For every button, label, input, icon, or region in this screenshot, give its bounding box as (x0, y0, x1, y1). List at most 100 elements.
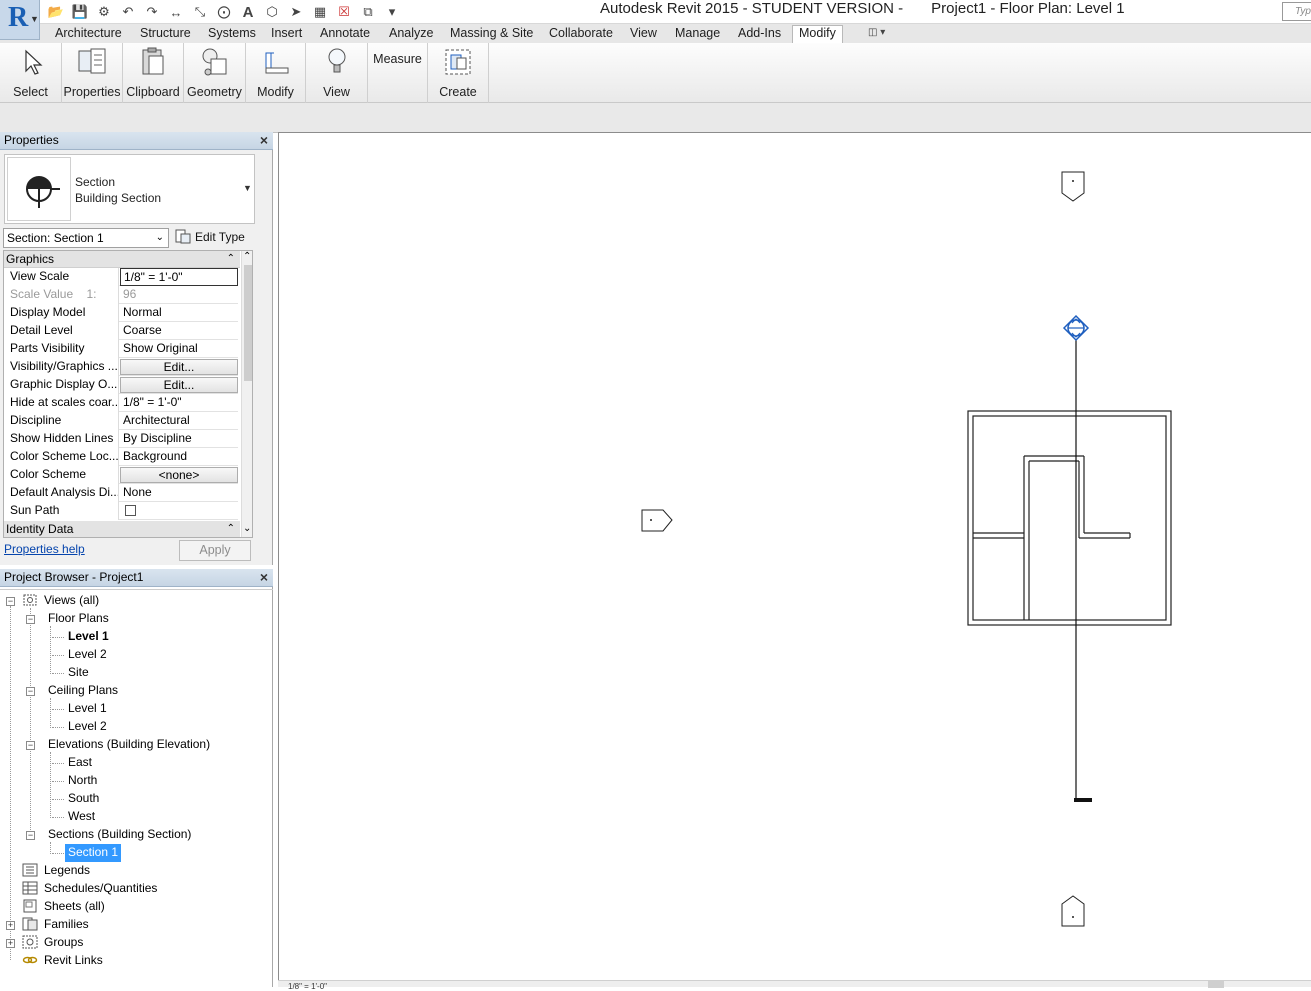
tree-node-revit-links[interactable]: Revit Links (44, 952, 103, 970)
scrollbar-thumb[interactable] (244, 265, 252, 381)
save-icon[interactable]: 💾 (70, 3, 90, 21)
text-icon[interactable]: A (238, 3, 258, 21)
prop-value[interactable]: Background (120, 448, 238, 466)
instance-filter-dropdown[interactable]: Section: Section 1 ⌄ (3, 228, 169, 248)
view-scale-input[interactable]: 1/8" = 1'-0" (120, 268, 238, 286)
type-selector[interactable]: Section Building Section ▼ (4, 154, 255, 224)
sync-icon[interactable]: ⚙ (94, 3, 114, 21)
apply-button[interactable]: Apply (179, 540, 251, 561)
expand-toggle[interactable]: + (6, 939, 15, 948)
prop-row-default-analysis[interactable]: Default Analysis Di... None (4, 484, 238, 502)
tree-node-legends[interactable]: Legends (44, 862, 90, 880)
undo-icon[interactable]: ↶ (118, 3, 138, 21)
prop-row-hide-at-scales[interactable]: Hide at scales coar... 1/8" = 1'-0" (4, 394, 238, 412)
edit-graphic-display-button[interactable]: Edit... (120, 377, 238, 393)
tree-node-west[interactable]: West (68, 808, 95, 826)
floor-plan-drawing[interactable] (279, 133, 1311, 981)
collapse-icon[interactable]: ⌃ (227, 521, 235, 537)
tree-node-schedules[interactable]: Schedules/Quantities (44, 880, 157, 898)
application-menu-button[interactable]: R ▼ (0, 0, 40, 40)
close-icon[interactable]: × (260, 569, 268, 586)
tree-node-sections[interactable]: Sections (Building Section) (48, 826, 191, 844)
prop-value[interactable]: 1/8" = 1'-0" (120, 394, 238, 412)
drawing-canvas[interactable] (278, 132, 1311, 980)
tab-manage[interactable]: Manage (675, 26, 720, 43)
collapse-toggle[interactable]: − (6, 597, 15, 606)
tree-node-views-all[interactable]: Views (all) (44, 592, 99, 610)
collapse-toggle[interactable]: − (26, 687, 35, 696)
tab-modify[interactable]: Modify (792, 25, 843, 43)
prop-row-parts-visibility[interactable]: Parts Visibility Show Original (4, 340, 238, 358)
dimension-icon[interactable]: ⤡ (190, 3, 210, 21)
close-hidden-icon[interactable]: ☒ (334, 3, 354, 21)
tree-node-floor-level-2[interactable]: Level 2 (68, 646, 107, 664)
tree-node-groups[interactable]: Groups (44, 934, 83, 952)
tab-systems[interactable]: Systems (208, 26, 256, 43)
section-line[interactable] (1074, 329, 1092, 802)
prop-row-graphic-display[interactable]: Graphic Display O... Edit... (4, 376, 238, 394)
measure-panel[interactable]: Measure (368, 43, 428, 103)
section-head[interactable] (1062, 314, 1090, 342)
walls[interactable] (967, 410, 1172, 626)
select-button[interactable]: Select (0, 43, 62, 103)
prop-row-sun-path[interactable]: Sun Path (4, 502, 238, 520)
elevation-marker-south[interactable] (1061, 895, 1085, 927)
prop-value[interactable]: None (120, 484, 238, 502)
create-button[interactable]: Create (428, 43, 489, 103)
prop-value[interactable]: Coarse (120, 322, 238, 340)
tab-insert[interactable]: Insert (271, 26, 302, 43)
tree-node-north[interactable]: North (68, 772, 97, 790)
prop-row-discipline[interactable]: Discipline Architectural (4, 412, 238, 430)
edit-visibility-button[interactable]: Edit... (120, 359, 238, 375)
tab-architecture[interactable]: Architecture (55, 26, 122, 43)
collapse-icon[interactable]: ⌃ (227, 251, 235, 267)
properties-help-link[interactable]: Properties help (4, 542, 85, 556)
tree-node-floor-plans[interactable]: Floor Plans (48, 610, 109, 628)
tree-node-families[interactable]: Families (44, 916, 89, 934)
tree-node-floor-level-1[interactable]: Level 1 (68, 628, 109, 646)
chevron-down-icon[interactable]: ⌄ (243, 523, 251, 534)
color-scheme-button[interactable]: <none> (120, 467, 238, 483)
collapse-toggle[interactable]: − (26, 741, 35, 750)
tab-massing-site[interactable]: Massing & Site (450, 26, 533, 43)
thin-lines-icon[interactable]: ▦ (310, 3, 330, 21)
prop-row-show-hidden-lines[interactable]: Show Hidden Lines By Discipline (4, 430, 238, 448)
tree-node-east[interactable]: East (68, 754, 92, 772)
tree-node-ceiling-plans[interactable]: Ceiling Plans (48, 682, 118, 700)
tag-icon[interactable]: ⨀ (214, 3, 234, 21)
tree-node-site[interactable]: Site (68, 664, 89, 682)
tree-node-ceiling-level-1[interactable]: Level 1 (68, 700, 107, 718)
chevron-down-icon[interactable]: ▼ (243, 183, 252, 193)
tree-node-sheets[interactable]: Sheets (all) (44, 898, 105, 916)
prop-row-view-scale[interactable]: View Scale 1/8" = 1'-0" (4, 268, 238, 286)
group-graphics[interactable]: Graphics ⌃ (4, 251, 240, 268)
prop-row-color-scheme[interactable]: Color Scheme <none> (4, 466, 238, 484)
modify-button[interactable]: Modify (246, 43, 306, 103)
customize-icon[interactable]: ▾ (382, 3, 402, 21)
close-icon[interactable]: × (260, 132, 268, 149)
elevation-marker-west[interactable] (641, 509, 673, 532)
tab-analyze[interactable]: Analyze (389, 26, 433, 43)
tab-annotate[interactable]: Annotate (320, 26, 370, 43)
section-icon[interactable]: ➤ (286, 3, 306, 21)
tree-node-elevations[interactable]: Elevations (Building Elevation) (48, 736, 210, 754)
prop-row-color-scheme-location[interactable]: Color Scheme Loc... Background (4, 448, 238, 466)
clipboard-button[interactable]: Clipboard (123, 43, 184, 103)
tab-collaborate[interactable]: Collaborate (549, 26, 613, 43)
collapse-toggle[interactable]: − (26, 831, 35, 840)
tree-node-ceiling-level-2[interactable]: Level 2 (68, 718, 107, 736)
measure-icon[interactable]: ↔ (166, 3, 186, 21)
3d-view-icon[interactable]: ⬡ (262, 3, 282, 21)
properties-button[interactable]: Properties (62, 43, 123, 103)
search-input[interactable]: Typ (1282, 2, 1311, 21)
prop-value[interactable]: Show Original (120, 340, 238, 358)
group-identity-data[interactable]: Identity Data ⌃ (4, 521, 240, 537)
edit-type-button[interactable]: Edit Type (175, 228, 251, 248)
redo-icon[interactable]: ↷ (142, 3, 162, 21)
prop-row-display-model[interactable]: Display Model Normal (4, 304, 238, 322)
prop-value[interactable]: Normal (120, 304, 238, 322)
prop-value[interactable]: Architectural (120, 412, 238, 430)
prop-value[interactable]: By Discipline (120, 430, 238, 448)
prop-row-detail-level[interactable]: Detail Level Coarse (4, 322, 238, 340)
sun-path-checkbox[interactable] (125, 505, 136, 516)
